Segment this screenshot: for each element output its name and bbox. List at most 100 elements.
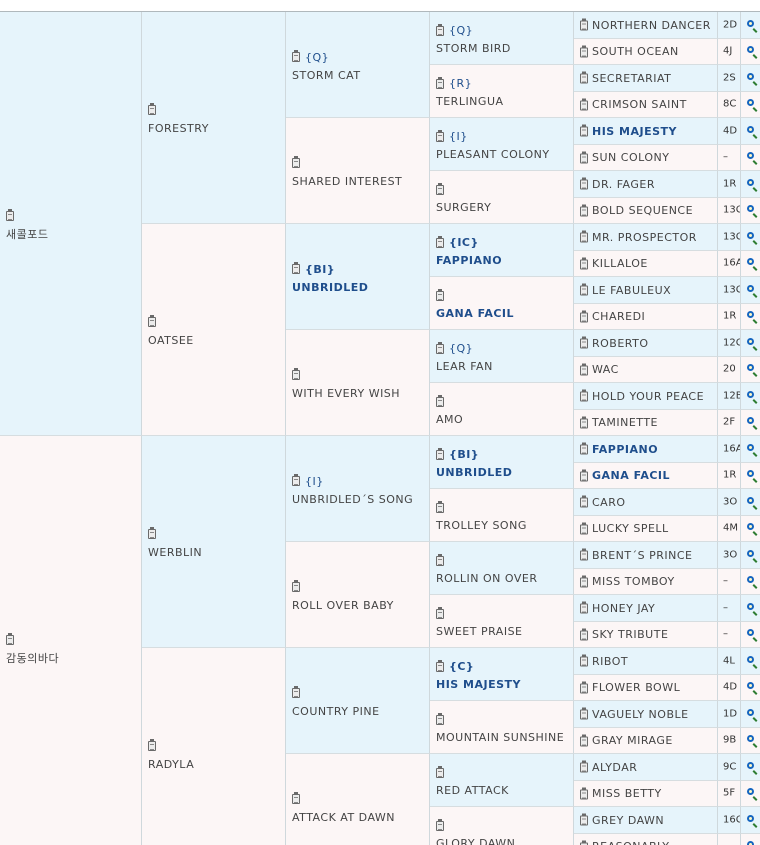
horse-name-link[interactable]: PLEASANT COLONY bbox=[436, 148, 570, 162]
magnifier-icon[interactable] bbox=[747, 337, 754, 345]
clipboard-icon[interactable] bbox=[580, 628, 588, 641]
clipboard-icon[interactable] bbox=[580, 336, 588, 349]
clipboard-icon[interactable] bbox=[436, 500, 444, 513]
magnifier-icon[interactable] bbox=[747, 682, 754, 690]
clipboard-icon[interactable] bbox=[148, 315, 156, 327]
horse-name-link[interactable]: UNBRIDLED bbox=[436, 466, 570, 480]
clipboard-icon[interactable] bbox=[580, 230, 588, 243]
horse-name-link[interactable]: TROLLEY SONG bbox=[436, 519, 570, 533]
magnifier-icon[interactable] bbox=[747, 46, 754, 54]
horse-name-link[interactable]: MISS BETTY bbox=[592, 787, 662, 800]
horse-name-link[interactable]: SURGERY bbox=[436, 201, 570, 215]
magnifier-icon[interactable] bbox=[747, 841, 754, 845]
magnifier-icon[interactable] bbox=[747, 708, 754, 716]
horse-name-link[interactable]: GRAY MIRAGE bbox=[592, 734, 673, 747]
clipboard-icon[interactable] bbox=[292, 368, 300, 380]
clipboard-icon[interactable] bbox=[580, 416, 588, 429]
clipboard-icon[interactable] bbox=[580, 495, 588, 508]
horse-name-link[interactable]: SHARED INTEREST bbox=[292, 175, 426, 189]
horse-name-link[interactable]: MISS TOMBOY bbox=[592, 575, 675, 588]
horse-name-link[interactable]: SWEET PRAISE bbox=[436, 625, 570, 639]
clipboard-icon[interactable] bbox=[580, 45, 588, 58]
horse-name-link[interactable]: ALYDAR bbox=[592, 761, 637, 774]
magnifier-icon[interactable] bbox=[747, 602, 754, 610]
magnifier-icon[interactable] bbox=[747, 655, 754, 663]
magnifier-icon[interactable] bbox=[747, 629, 754, 637]
clipboard-icon[interactable] bbox=[6, 209, 14, 221]
horse-name-link[interactable]: GANA FACIL bbox=[436, 307, 570, 321]
clipboard-icon[interactable] bbox=[436, 765, 444, 778]
magnifier-icon[interactable] bbox=[747, 258, 754, 266]
clipboard-icon[interactable] bbox=[580, 98, 588, 111]
horse-name-link[interactable]: GANA FACIL bbox=[592, 469, 670, 482]
magnifier-icon[interactable] bbox=[747, 72, 754, 80]
horse-name-link[interactable]: 감동의바다 bbox=[6, 652, 138, 666]
clipboard-icon[interactable] bbox=[148, 527, 156, 539]
horse-name-link[interactable]: BOLD SEQUENCE bbox=[592, 204, 693, 217]
clipboard-icon[interactable] bbox=[292, 686, 300, 698]
magnifier-icon[interactable] bbox=[747, 364, 754, 372]
clipboard-icon[interactable] bbox=[580, 124, 588, 137]
horse-name-link[interactable]: REASONABLY bbox=[592, 840, 669, 845]
horse-name-link[interactable]: CARO bbox=[592, 496, 626, 509]
horse-name-link[interactable]: KILLALOE bbox=[592, 257, 648, 270]
horse-name-link[interactable]: VAGUELY NOBLE bbox=[592, 708, 689, 721]
horse-name-link[interactable]: ATTACK AT DAWN bbox=[292, 811, 426, 825]
clipboard-icon[interactable] bbox=[436, 288, 444, 301]
horse-name-link[interactable]: UNBRIDLED´S SONG bbox=[292, 493, 426, 507]
magnifier-icon[interactable] bbox=[747, 311, 754, 319]
horse-name-link[interactable]: RIBOT bbox=[592, 655, 628, 668]
clipboard-icon[interactable] bbox=[580, 681, 588, 694]
clipboard-icon[interactable] bbox=[292, 792, 300, 804]
magnifier-icon[interactable] bbox=[747, 788, 754, 796]
clipboard-icon[interactable] bbox=[580, 575, 588, 588]
clipboard-icon[interactable] bbox=[436, 235, 444, 248]
horse-name-link[interactable]: FLOWER BOWL bbox=[592, 681, 680, 694]
horse-name-link[interactable]: CRIMSON SAINT bbox=[592, 98, 687, 111]
horse-name-link[interactable]: ROLL OVER BABY bbox=[292, 599, 426, 613]
horse-name-link[interactable]: HIS MAJESTY bbox=[592, 125, 677, 138]
horse-name-link[interactable]: CHAREDI bbox=[592, 310, 645, 323]
horse-name-link[interactable]: SECRETARIAT bbox=[592, 72, 671, 85]
clipboard-icon[interactable] bbox=[292, 156, 300, 168]
clipboard-icon[interactable] bbox=[580, 204, 588, 217]
horse-name-link[interactable]: LE FABULEUX bbox=[592, 284, 671, 297]
clipboard-icon[interactable] bbox=[580, 734, 588, 747]
clipboard-icon[interactable] bbox=[580, 813, 588, 826]
horse-name-link[interactable]: NORTHERN DANCER bbox=[592, 19, 711, 32]
horse-name-link[interactable]: TERLINGUA bbox=[436, 95, 570, 109]
clipboard-icon[interactable] bbox=[580, 389, 588, 402]
clipboard-icon[interactable] bbox=[436, 606, 444, 619]
horse-name-link[interactable]: COUNTRY PINE bbox=[292, 705, 426, 719]
clipboard-icon[interactable] bbox=[580, 548, 588, 561]
clipboard-icon[interactable] bbox=[436, 129, 444, 142]
horse-name-link[interactable]: AMO bbox=[436, 413, 570, 427]
clipboard-icon[interactable] bbox=[580, 654, 588, 667]
magnifier-icon[interactable] bbox=[747, 178, 754, 186]
clipboard-icon[interactable] bbox=[292, 262, 300, 274]
horse-name-link[interactable]: SKY TRIBUTE bbox=[592, 628, 668, 641]
clipboard-icon[interactable] bbox=[580, 787, 588, 800]
clipboard-icon[interactable] bbox=[292, 50, 300, 62]
magnifier-icon[interactable] bbox=[747, 735, 754, 743]
clipboard-icon[interactable] bbox=[580, 469, 588, 482]
horse-name-link[interactable]: OATSEE bbox=[148, 334, 282, 348]
horse-name-link[interactable]: SUN COLONY bbox=[592, 151, 669, 164]
magnifier-icon[interactable] bbox=[747, 576, 754, 584]
magnifier-icon[interactable] bbox=[747, 417, 754, 425]
clipboard-icon[interactable] bbox=[436, 659, 444, 672]
clipboard-icon[interactable] bbox=[580, 283, 588, 296]
clipboard-icon[interactable] bbox=[436, 76, 444, 89]
clipboard-icon[interactable] bbox=[148, 103, 156, 115]
clipboard-icon[interactable] bbox=[580, 601, 588, 614]
clipboard-icon[interactable] bbox=[436, 818, 444, 831]
horse-name-link[interactable]: HONEY JAY bbox=[592, 602, 655, 615]
horse-name-link[interactable]: UNBRIDLED bbox=[292, 281, 426, 295]
horse-name-link[interactable]: WERBLIN bbox=[148, 546, 282, 560]
magnifier-icon[interactable] bbox=[747, 284, 754, 292]
horse-name-link[interactable]: ROBERTO bbox=[592, 337, 649, 350]
clipboard-icon[interactable] bbox=[436, 712, 444, 725]
clipboard-icon[interactable] bbox=[580, 18, 588, 31]
clipboard-icon[interactable] bbox=[436, 447, 444, 460]
horse-name-link[interactable]: HOLD YOUR PEACE bbox=[592, 390, 704, 403]
